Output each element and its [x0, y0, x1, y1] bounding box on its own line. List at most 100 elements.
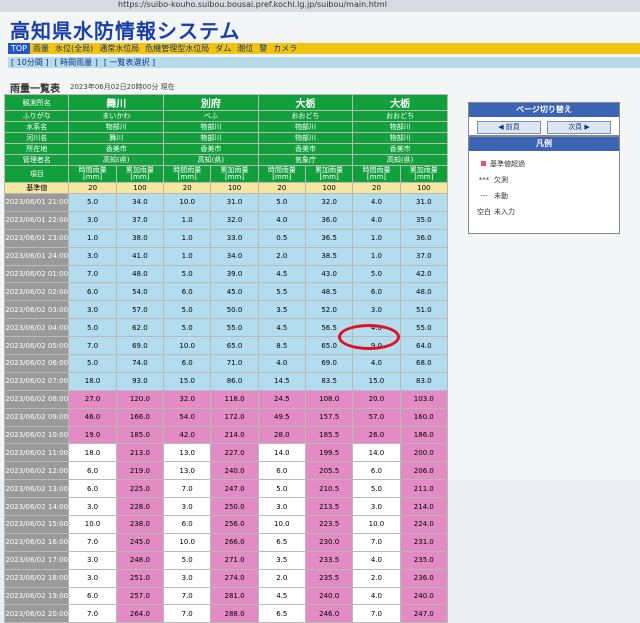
station-info: 香美市	[68, 143, 165, 155]
hourly-rainfall-cell: 6.0	[163, 282, 212, 302]
nav-rainfall[interactable]: 雨量	[30, 43, 52, 54]
nav-tide[interactable]: 潮位	[234, 43, 256, 54]
hourly-rainfall-cell: 6.0	[257, 461, 306, 481]
nav-camera[interactable]: カメラ	[270, 43, 300, 54]
nav-top[interactable]: TOP	[8, 43, 31, 54]
nav-water-level-all[interactable]: 水位(全局)	[52, 43, 96, 54]
base-value: 100	[304, 182, 354, 194]
cumulative-rainfall-cell: 157.5	[304, 407, 354, 427]
row-date: 2023/06/01 22:00	[3, 210, 70, 230]
cumulative-rainfall-cell: 39.0	[210, 264, 259, 284]
row-date: 2023/06/01 24:00	[3, 246, 70, 266]
cumulative-rainfall-cell: 160.0	[399, 407, 449, 427]
subnav-list-select[interactable]: [ 一覧表選択 ]	[101, 57, 158, 68]
cumulative-rainfall-cell: 36.0	[399, 228, 449, 248]
hourly-rainfall-cell: 26.0	[352, 425, 401, 445]
table-row: 2023/06/02 15:00 10.0 238.0 6.0 256.0 10.0 223…	[3, 515, 449, 534]
row-date: 2023/06/02 05:00	[3, 336, 70, 356]
subnav-hourly[interactable]: [ 時間雨量 ]	[52, 57, 101, 68]
cumulative-rainfall-cell: 214.0	[210, 425, 259, 445]
row-date: 2023/06/02 08:00	[3, 389, 70, 409]
page-switch-panel: ページ切り替え ◀ 前頁 次頁 ▶	[468, 102, 620, 136]
hourly-rainfall-cell: 20.0	[352, 389, 401, 409]
station-info: 高知(県)	[68, 154, 165, 166]
table-row: 2023/06/02 02:00 6.0 54.0 6.0 45.0 5.5 48.5 6.0…	[3, 282, 449, 302]
subnav-10min[interactable]: [ 10分間 ]	[8, 57, 52, 68]
station-info: まいかわ	[68, 110, 165, 122]
station-info: 香美市	[257, 143, 354, 155]
cumulative-rainfall-cell: 93.0	[115, 371, 165, 391]
station-info: 香美市	[352, 143, 448, 155]
hourly-rainfall-cell: 4.0	[352, 210, 401, 230]
nav-dam[interactable]: ダム	[212, 43, 234, 54]
data-rows: 2023/06/01 21:00 5.0 34.0 10.0 31.0 5.0 32.0 4.…	[3, 193, 449, 623]
row-date: 2023/06/02 16:00	[3, 532, 70, 552]
cumulative-rainfall-cell: 266.0	[210, 532, 259, 552]
cumulative-rainfall-cell: 31.0	[210, 193, 259, 212]
base-value: 100	[115, 182, 165, 194]
nav-normal-level[interactable]: 通常水位局	[96, 43, 142, 54]
cumulative-rainfall-cell: 38.0	[115, 228, 165, 248]
table-row: 2023/06/02 17:00 3.0 248.0 5.0 271.0 3.5 233.5…	[3, 550, 449, 570]
station-info: 物部川	[163, 121, 259, 133]
table-row: 2023/06/01 23:00 1.0 38.0 1.0 33.0 0.5 36.5 1.0…	[3, 228, 449, 248]
hourly-rainfall-cell: 1.0	[68, 228, 117, 248]
cumulative-rainfall-cell: 36.0	[304, 210, 354, 230]
hourly-rainfall-cell: 6.0	[68, 586, 117, 606]
address-bar[interactable]: https://suibo-kouho.suibou.bousai.pref.k…	[118, 0, 387, 9]
cumulative-rainfall-cell: 55.0	[210, 318, 259, 338]
cumulative-rainfall-cell: 225.0	[115, 479, 165, 499]
station-name[interactable]: 別府	[163, 94, 259, 111]
nav-alert[interactable]: 警	[256, 43, 270, 54]
base-value: 20	[163, 182, 212, 194]
cumulative-rainfall-cell: 83.5	[304, 371, 354, 391]
row-label: 河川名	[3, 132, 70, 144]
hourly-rainfall-cell: 2.0	[352, 568, 401, 588]
table-row: 2023/06/02 19:00 6.0 257.0 7.0 281.0 4.5 240.0…	[3, 586, 449, 606]
cumulative-rainfall-cell: 48.0	[115, 264, 165, 284]
station-info: 物部川	[163, 132, 259, 144]
prev-page-button[interactable]: ◀ 前頁	[477, 121, 541, 134]
station-name[interactable]: 大栃	[257, 94, 354, 111]
cumulative-rainfall-cell: 264.0	[115, 604, 165, 623]
row-date: 2023/06/02 10:00	[3, 425, 70, 445]
cumulative-rainfall-cell: 71.0	[210, 354, 259, 373]
station-name-row: 観測所名 舞川 別府 大栃 大栃	[3, 94, 448, 111]
station-name[interactable]: 大栃	[352, 94, 448, 111]
hourly-rainfall-cell: 2.0	[257, 568, 306, 588]
row-date: 2023/06/02 13:00	[3, 479, 70, 499]
station-name[interactable]: 舞川	[68, 94, 165, 111]
hourly-rainfall-cell: 5.0	[68, 318, 117, 338]
next-page-button[interactable]: 次頁 ▶	[547, 121, 611, 134]
hourly-rainfall-cell: 6.5	[257, 532, 306, 552]
page-title: 雨量一覧表	[10, 84, 60, 95]
browser-toolbar: https://suibo-kouho.suibou.bousai.pref.k…	[0, 0, 640, 12]
hourly-rainfall-cell: 10.0	[163, 336, 212, 356]
nav-crisis-level[interactable]: 危機管理型水位局	[142, 43, 212, 54]
cumulative-rainfall-cell: 37.0	[115, 210, 165, 230]
cumulative-rainfall-cell: 38.5	[304, 246, 354, 266]
cumulative-rainfall-cell: 224.0	[399, 515, 449, 534]
table-row: 2023/06/01 24:00 3.0 41.0 1.0 34.0 2.0 38.5 1.0…	[3, 246, 449, 266]
hourly-rainfall-cell: 5.0	[163, 550, 212, 570]
hourly-rainfall-cell: 15.0	[352, 371, 401, 391]
cumulative-rainfall-cell: 271.0	[210, 550, 259, 570]
row-date: 2023/06/02 06:00	[3, 354, 70, 373]
row-date: 2023/06/02 15:00	[3, 515, 70, 534]
cumulative-rainfall-cell: 118.0	[210, 389, 259, 409]
cumulative-rainfall-cell: 214.0	[399, 497, 449, 517]
legend-item: --- 未動	[480, 192, 508, 200]
cumulative-rainfall-cell: 34.0	[210, 246, 259, 266]
base-value: 20	[68, 182, 117, 194]
station-info: 物部川	[257, 121, 354, 133]
cumulative-rainfall-cell: 32.0	[304, 193, 354, 212]
base-value-row: 基準値 20 100 20 100 20 100 20 100	[3, 182, 449, 194]
base-value: 20	[257, 182, 306, 194]
cumulative-rainfall-cell: 228.0	[115, 497, 165, 517]
hourly-rainfall-cell: 3.0	[352, 300, 401, 320]
hourly-rainfall-cell: 7.0	[352, 532, 401, 552]
station-info-row: ふりがな まいかわ べふ おおどち おおどち	[3, 110, 448, 122]
row-date: 2023/06/02 09:00	[3, 407, 70, 427]
page: 高知県水防情報システム TOP 雨量 水位(全局) 通常水位局 危機管理型水位局…	[0, 12, 640, 623]
cumulative-rainfall-cell: 206.0	[399, 461, 449, 481]
